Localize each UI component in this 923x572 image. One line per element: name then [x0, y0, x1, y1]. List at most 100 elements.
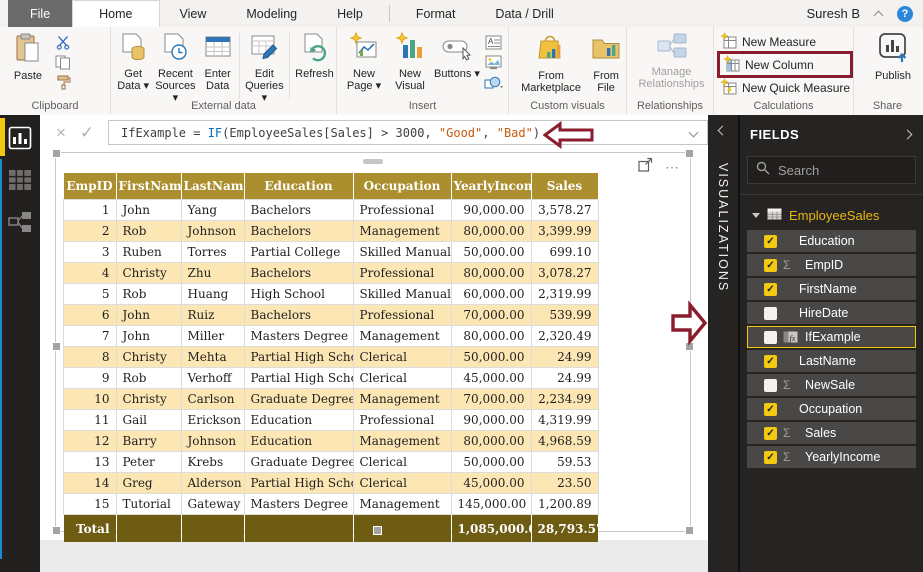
table-cell: 11 — [63, 409, 117, 431]
field-checkbox[interactable]: ✓ — [764, 258, 777, 272]
publish-button[interactable]: Publish — [867, 31, 919, 82]
field-item-hiredate[interactable]: HireDate — [747, 302, 916, 324]
tab-modeling[interactable]: Modeling — [226, 0, 317, 27]
tab-view[interactable]: View — [160, 0, 227, 27]
tab-home[interactable]: Home — [72, 0, 160, 28]
visual-drag-handle[interactable] — [363, 159, 383, 164]
table-visual[interactable]: ⋯ EmpIDFirstNameLastNameEducationOccupat… — [52, 149, 694, 542]
help-icon[interactable]: ? — [897, 5, 913, 22]
resize-handle-bottom-left[interactable] — [52, 526, 61, 535]
cancel-formula-button[interactable]: × — [48, 123, 74, 143]
column-header-occupation[interactable]: Occupation — [353, 173, 452, 200]
column-header-education[interactable]: Education — [244, 173, 354, 200]
resize-handle-bottom[interactable] — [373, 526, 382, 535]
table-cell: Gateway — [180, 493, 245, 515]
resize-handle-bottom-right[interactable] — [685, 526, 694, 535]
field-label: LastName — [799, 354, 856, 368]
resize-handle-right[interactable] — [685, 342, 694, 351]
table-cell: Bachelors — [243, 220, 354, 242]
field-checkbox[interactable] — [764, 330, 777, 344]
field-item-empid[interactable]: ✓ Σ EmpID — [747, 254, 916, 276]
table-cell: Alderson — [180, 472, 245, 494]
field-checkbox[interactable] — [764, 306, 777, 320]
tab-file[interactable]: File — [8, 0, 73, 27]
enter-data-button[interactable]: Enter Data — [201, 31, 235, 92]
cut-icon[interactable] — [55, 34, 71, 51]
tab-format[interactable]: Format — [396, 0, 476, 27]
column-header-lastname[interactable]: LastName — [181, 173, 245, 200]
from-marketplace-label: From Marketplace — [521, 70, 582, 94]
new-visual-button[interactable]: New Visual — [388, 31, 432, 92]
model-view-button[interactable] — [0, 207, 40, 241]
collapse-fields-icon[interactable] — [902, 129, 913, 140]
fields-panel: FIELDS Search EmployeeSales ✓ Education ✓ Σ… — [740, 115, 923, 572]
get-data-button[interactable]: Get Data ▾ — [116, 31, 150, 92]
from-marketplace-button[interactable]: From Marketplace — [517, 31, 585, 94]
more-options-icon[interactable]: ⋯ — [665, 159, 680, 176]
copy-icon[interactable] — [55, 54, 71, 71]
field-item-occupation[interactable]: ✓ Occupation — [747, 398, 916, 420]
tab-help[interactable]: Help — [317, 0, 383, 27]
format-painter-icon[interactable] — [55, 74, 71, 91]
field-item-newsale[interactable]: Σ NewSale — [747, 374, 916, 396]
table-node-employeesales[interactable]: EmployeeSales — [740, 203, 923, 230]
image-icon[interactable] — [485, 54, 502, 71]
search-input[interactable]: Search — [747, 156, 916, 184]
tab-data-drill[interactable]: Data / Drill — [475, 0, 573, 27]
signed-in-user[interactable]: Suresh B — [807, 6, 860, 21]
recent-sources-button[interactable]: Recent Sources ▾ — [152, 31, 198, 104]
visualizations-panel-collapsed[interactable]: VISUALIZATIONS — [708, 115, 740, 572]
field-label: Education — [799, 234, 855, 248]
resize-handle-left[interactable] — [52, 342, 61, 351]
field-checkbox[interactable]: ✓ — [764, 426, 777, 440]
table-cell: Peter — [115, 451, 182, 473]
table-cell: Graduate Degree — [243, 451, 354, 473]
from-file-button[interactable]: From File — [587, 31, 625, 94]
report-view-button[interactable] — [0, 123, 40, 157]
field-item-yearlyincome[interactable]: ✓ Σ YearlyIncome — [747, 446, 916, 468]
new-quick-measure-button[interactable]: New Quick Measure — [720, 77, 853, 98]
column-header-empid[interactable]: EmpID — [63, 173, 117, 200]
table-cell: Greg — [115, 472, 182, 494]
field-item-ifexample[interactable]: fx IfExample — [747, 326, 916, 348]
collapse-table-icon[interactable] — [752, 213, 760, 218]
table-cell: Rob — [115, 220, 182, 242]
tab-home-label: Home — [99, 7, 133, 21]
data-view-button[interactable] — [0, 165, 40, 199]
field-item-sales[interactable]: ✓ Σ Sales — [747, 422, 916, 444]
focus-mode-icon[interactable] — [638, 157, 653, 177]
table-cell: 3,078.27 — [530, 262, 599, 284]
field-checkbox[interactable] — [764, 378, 777, 392]
field-checkbox[interactable]: ✓ — [764, 282, 777, 296]
new-page-button[interactable]: New Page ▾ — [342, 31, 386, 92]
formula-input[interactable]: IfExample = IF(EmployeeSales[Sales] > 30… — [108, 120, 708, 145]
expand-visualizations-icon[interactable] — [717, 125, 728, 136]
column-header-sales[interactable]: Sales — [531, 173, 599, 200]
field-checkbox[interactable]: ✓ — [764, 402, 777, 416]
new-measure-button[interactable]: New Measure — [720, 31, 853, 52]
group-label-external-data: External data — [191, 100, 256, 112]
edit-queries-icon — [249, 31, 279, 68]
paste-button[interactable]: Paste — [5, 31, 51, 82]
field-checkbox[interactable]: ✓ — [764, 450, 777, 464]
edit-queries-button[interactable]: Edit Queries ▾ — [244, 31, 285, 104]
manage-relationships-button[interactable]: Manage Relationships — [632, 31, 712, 90]
field-item-education[interactable]: ✓ Education — [747, 230, 916, 252]
field-checkbox[interactable]: ✓ — [764, 354, 777, 368]
refresh-button[interactable]: Refresh — [294, 31, 335, 80]
field-checkbox[interactable]: ✓ — [764, 234, 777, 248]
text-box-icon[interactable]: A — [485, 34, 502, 51]
new-column-button[interactable]: New Column — [717, 51, 853, 78]
buttons-button[interactable]: Buttons ▾ — [434, 31, 480, 80]
field-item-lastname[interactable]: ✓ LastName — [747, 350, 916, 372]
resize-handle-top-left[interactable] — [52, 149, 61, 158]
accept-formula-button[interactable]: ✓ — [74, 123, 100, 143]
formula-token: IfExample = — [121, 125, 208, 140]
collapse-ribbon-icon[interactable] — [873, 10, 884, 20]
column-header-firstname[interactable]: FirstName — [116, 173, 182, 200]
expand-formula-icon[interactable] — [688, 127, 699, 138]
shapes-icon[interactable] — [484, 74, 503, 91]
resize-handle-top-right[interactable] — [685, 149, 694, 158]
field-item-firstname[interactable]: ✓ FirstName — [747, 278, 916, 300]
column-header-yearlyincome[interactable]: YearlyIncome — [451, 173, 532, 200]
